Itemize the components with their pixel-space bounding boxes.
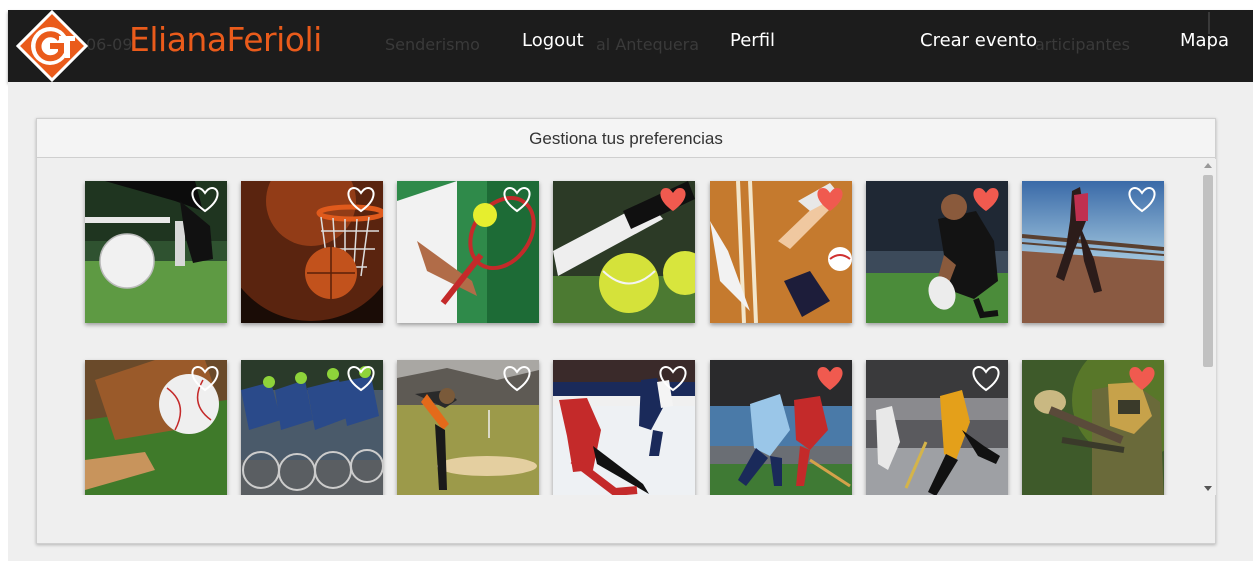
top-navbar: 06-09 Senderismo al Antequera articipant… xyxy=(8,10,1253,82)
heart-icon[interactable] xyxy=(190,366,220,392)
sport-tile[interactable] xyxy=(241,181,383,323)
background-text: articipantes xyxy=(1035,35,1130,54)
heart-icon[interactable] xyxy=(815,187,845,213)
vertical-scrollbar[interactable] xyxy=(1200,159,1216,495)
brand-name[interactable]: ElianaFerioli xyxy=(129,20,322,59)
scroll-down-arrow-icon[interactable] xyxy=(1204,486,1212,491)
heart-icon[interactable] xyxy=(1127,366,1157,392)
sport-tile[interactable] xyxy=(397,181,539,323)
sport-tile[interactable] xyxy=(85,360,227,495)
sport-tile[interactable] xyxy=(1022,181,1164,323)
scrollbar-thumb[interactable] xyxy=(1203,175,1213,367)
logout-link[interactable]: Logout xyxy=(522,30,584,51)
background-text: 06-09 xyxy=(86,35,133,54)
heart-icon[interactable] xyxy=(190,187,220,213)
heart-icon[interactable] xyxy=(502,187,532,213)
sport-tile[interactable] xyxy=(710,360,852,495)
page: 06-09 Senderismo al Antequera articipant… xyxy=(0,0,1253,561)
heart-icon[interactable] xyxy=(971,366,1001,392)
preferences-panel: Gestiona tus preferencias xyxy=(36,118,1216,544)
heart-icon[interactable] xyxy=(971,187,1001,213)
scroll-up-arrow-icon[interactable] xyxy=(1204,163,1212,168)
profile-link[interactable]: Perfil xyxy=(730,30,775,51)
heart-icon[interactable] xyxy=(1127,187,1157,213)
sport-tile[interactable] xyxy=(85,181,227,323)
create-event-link[interactable]: Crear evento xyxy=(920,30,1037,51)
sport-tile[interactable] xyxy=(866,181,1008,323)
heart-icon[interactable] xyxy=(346,366,376,392)
map-link[interactable]: Mapa xyxy=(1180,30,1229,51)
heart-icon[interactable] xyxy=(658,187,688,213)
sport-tile[interactable] xyxy=(241,360,383,495)
background-text: al Antequera xyxy=(596,35,700,54)
background-text: Senderismo xyxy=(385,35,480,54)
sport-tile[interactable] xyxy=(866,360,1008,495)
heart-icon[interactable] xyxy=(658,366,688,392)
sport-tile[interactable] xyxy=(1022,360,1164,495)
heart-icon[interactable] xyxy=(502,366,532,392)
brand-logo-icon[interactable] xyxy=(16,10,88,82)
heart-icon[interactable] xyxy=(815,366,845,392)
panel-title: Gestiona tus preferencias xyxy=(37,119,1215,158)
sports-grid[interactable] xyxy=(37,159,1199,495)
heart-icon[interactable] xyxy=(346,187,376,213)
sport-tile[interactable] xyxy=(553,181,695,323)
sport-tile[interactable] xyxy=(397,360,539,495)
sport-tile[interactable] xyxy=(553,360,695,495)
sport-tile[interactable] xyxy=(710,181,852,323)
